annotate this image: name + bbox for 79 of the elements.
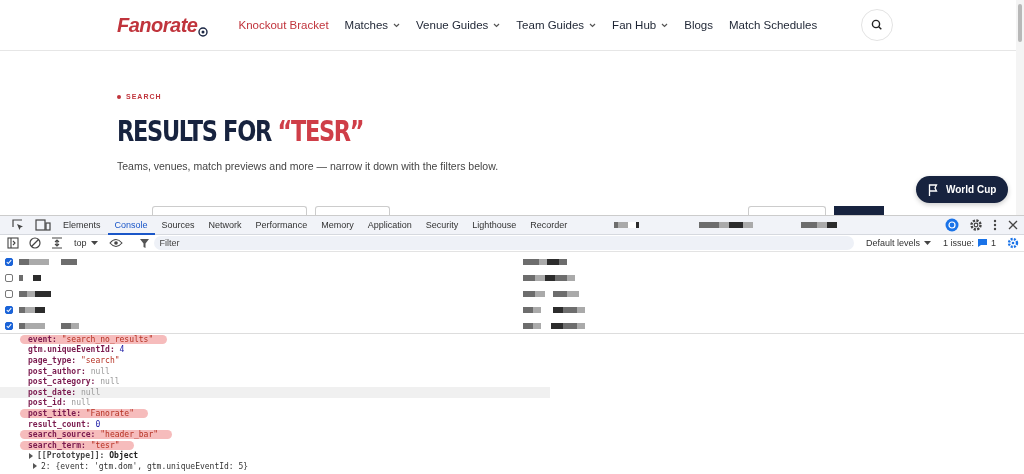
redacted-text [19, 258, 77, 266]
property-line[interactable]: [[Prototype]]: Object [37, 451, 139, 461]
levels-dropdown[interactable]: Default levels [859, 238, 937, 248]
nav-link[interactable]: Matches [336, 19, 409, 31]
checkbox[interactable] [5, 306, 13, 314]
scrollbar[interactable] [1016, 0, 1024, 215]
search-icon [861, 9, 893, 41]
redacted-text [523, 258, 567, 266]
filter-icon [139, 238, 149, 248]
checkbox[interactable] [5, 258, 13, 266]
nav-link[interactable]: Team Guides [508, 19, 605, 31]
sidebar-icon [7, 237, 19, 249]
property-line[interactable]: post_date: null [28, 387, 101, 397]
page-subtitle: Teams, venues, match previews and more — narrow it down with the filters below. [117, 160, 499, 172]
message-icon [978, 239, 987, 247]
redacted-text [801, 221, 838, 229]
redacted-text [699, 221, 754, 229]
checkbox[interactable] [5, 274, 13, 282]
devtools-tab[interactable]: Lighthouse [465, 215, 524, 235]
caret-icon [923, 240, 931, 246]
nav-link[interactable]: Match Schedules [721, 19, 826, 31]
property-line[interactable]: post_category: null [28, 377, 120, 387]
settings-icon [1007, 237, 1019, 249]
property-line[interactable]: gtm.uniqueEventId: 4 [28, 345, 125, 355]
caret-icon [90, 240, 98, 246]
world-cup-button[interactable]: World Cup [916, 176, 1009, 203]
clear-icon [29, 237, 41, 249]
devtools-tab[interactable]: Elements [56, 215, 108, 235]
inspect-icon [11, 218, 25, 232]
nav-link[interactable]: Fan Hub [604, 19, 677, 31]
ball-icon [198, 26, 209, 37]
redacted-text [523, 322, 585, 330]
log-entry[interactable]: 2: {event: 'gtm.dom', gtm.uniqueEventId: 5} [41, 461, 249, 471]
settings-icon [969, 218, 983, 232]
nav-link[interactable]: Blogs [676, 19, 721, 31]
issues-button[interactable]: 1 issue: 1 [936, 238, 1002, 248]
redacted-text [523, 274, 575, 282]
redacted-text [19, 290, 51, 298]
eye-icon [108, 238, 123, 248]
devtools-tab[interactable]: Console [107, 215, 155, 235]
page-title: RESULTS FOR “TESR” [117, 113, 364, 149]
scrollbar-thumb[interactable] [1018, 4, 1022, 42]
filter-button[interactable] [834, 206, 884, 215]
devtools-tab[interactable]: Memory [314, 215, 361, 235]
filter-input[interactable]: Filter [153, 236, 854, 250]
context-dropdown[interactable]: top [68, 238, 104, 248]
property-line[interactable]: post_id: null [28, 398, 91, 408]
redacted-text [19, 274, 41, 282]
redacted-text [19, 306, 45, 314]
flag-icon [928, 183, 938, 196]
nav-link[interactable]: Knockout Bracket [230, 19, 337, 31]
property-line[interactable]: result_count: 0 [28, 419, 101, 429]
redacted-text [19, 322, 79, 330]
property-line[interactable]: search_source: "header_bar" [20, 430, 173, 440]
devtools-tab[interactable]: Security [418, 215, 466, 235]
checkbox[interactable] [5, 322, 13, 330]
property-line[interactable]: page_type: "search" [28, 356, 120, 365]
site-logo[interactable]: Fanorate [117, 13, 209, 37]
property-line[interactable]: search_term: "tesr" [20, 440, 134, 450]
more-icon [993, 218, 997, 232]
property-line[interactable]: post_title: "Fanorate" [20, 408, 148, 418]
devtools-tab[interactable]: Application [360, 215, 419, 235]
device-icon [35, 218, 51, 232]
chevron-down-icon [493, 23, 501, 28]
devtools-tab[interactable]: Network [201, 215, 249, 235]
redacted-text [523, 290, 579, 298]
redacted-text [523, 306, 585, 314]
devtools-tab[interactable]: Sources [154, 215, 202, 235]
devtools-tab[interactable]: Recorder [523, 215, 575, 235]
property-line[interactable]: post_author: null [28, 366, 110, 376]
property-line[interactable]: event: "search_no_results" [20, 334, 168, 344]
devtools-tab[interactable]: Performance [248, 215, 315, 235]
chevron-down-icon [589, 23, 597, 28]
checkbox[interactable] [5, 290, 13, 298]
chevron-down-icon [393, 23, 401, 28]
close-icon [1007, 219, 1019, 231]
chevron-down-icon [661, 23, 669, 28]
redacted-text [614, 221, 640, 229]
nav-link[interactable]: Venue Guides [408, 19, 509, 31]
